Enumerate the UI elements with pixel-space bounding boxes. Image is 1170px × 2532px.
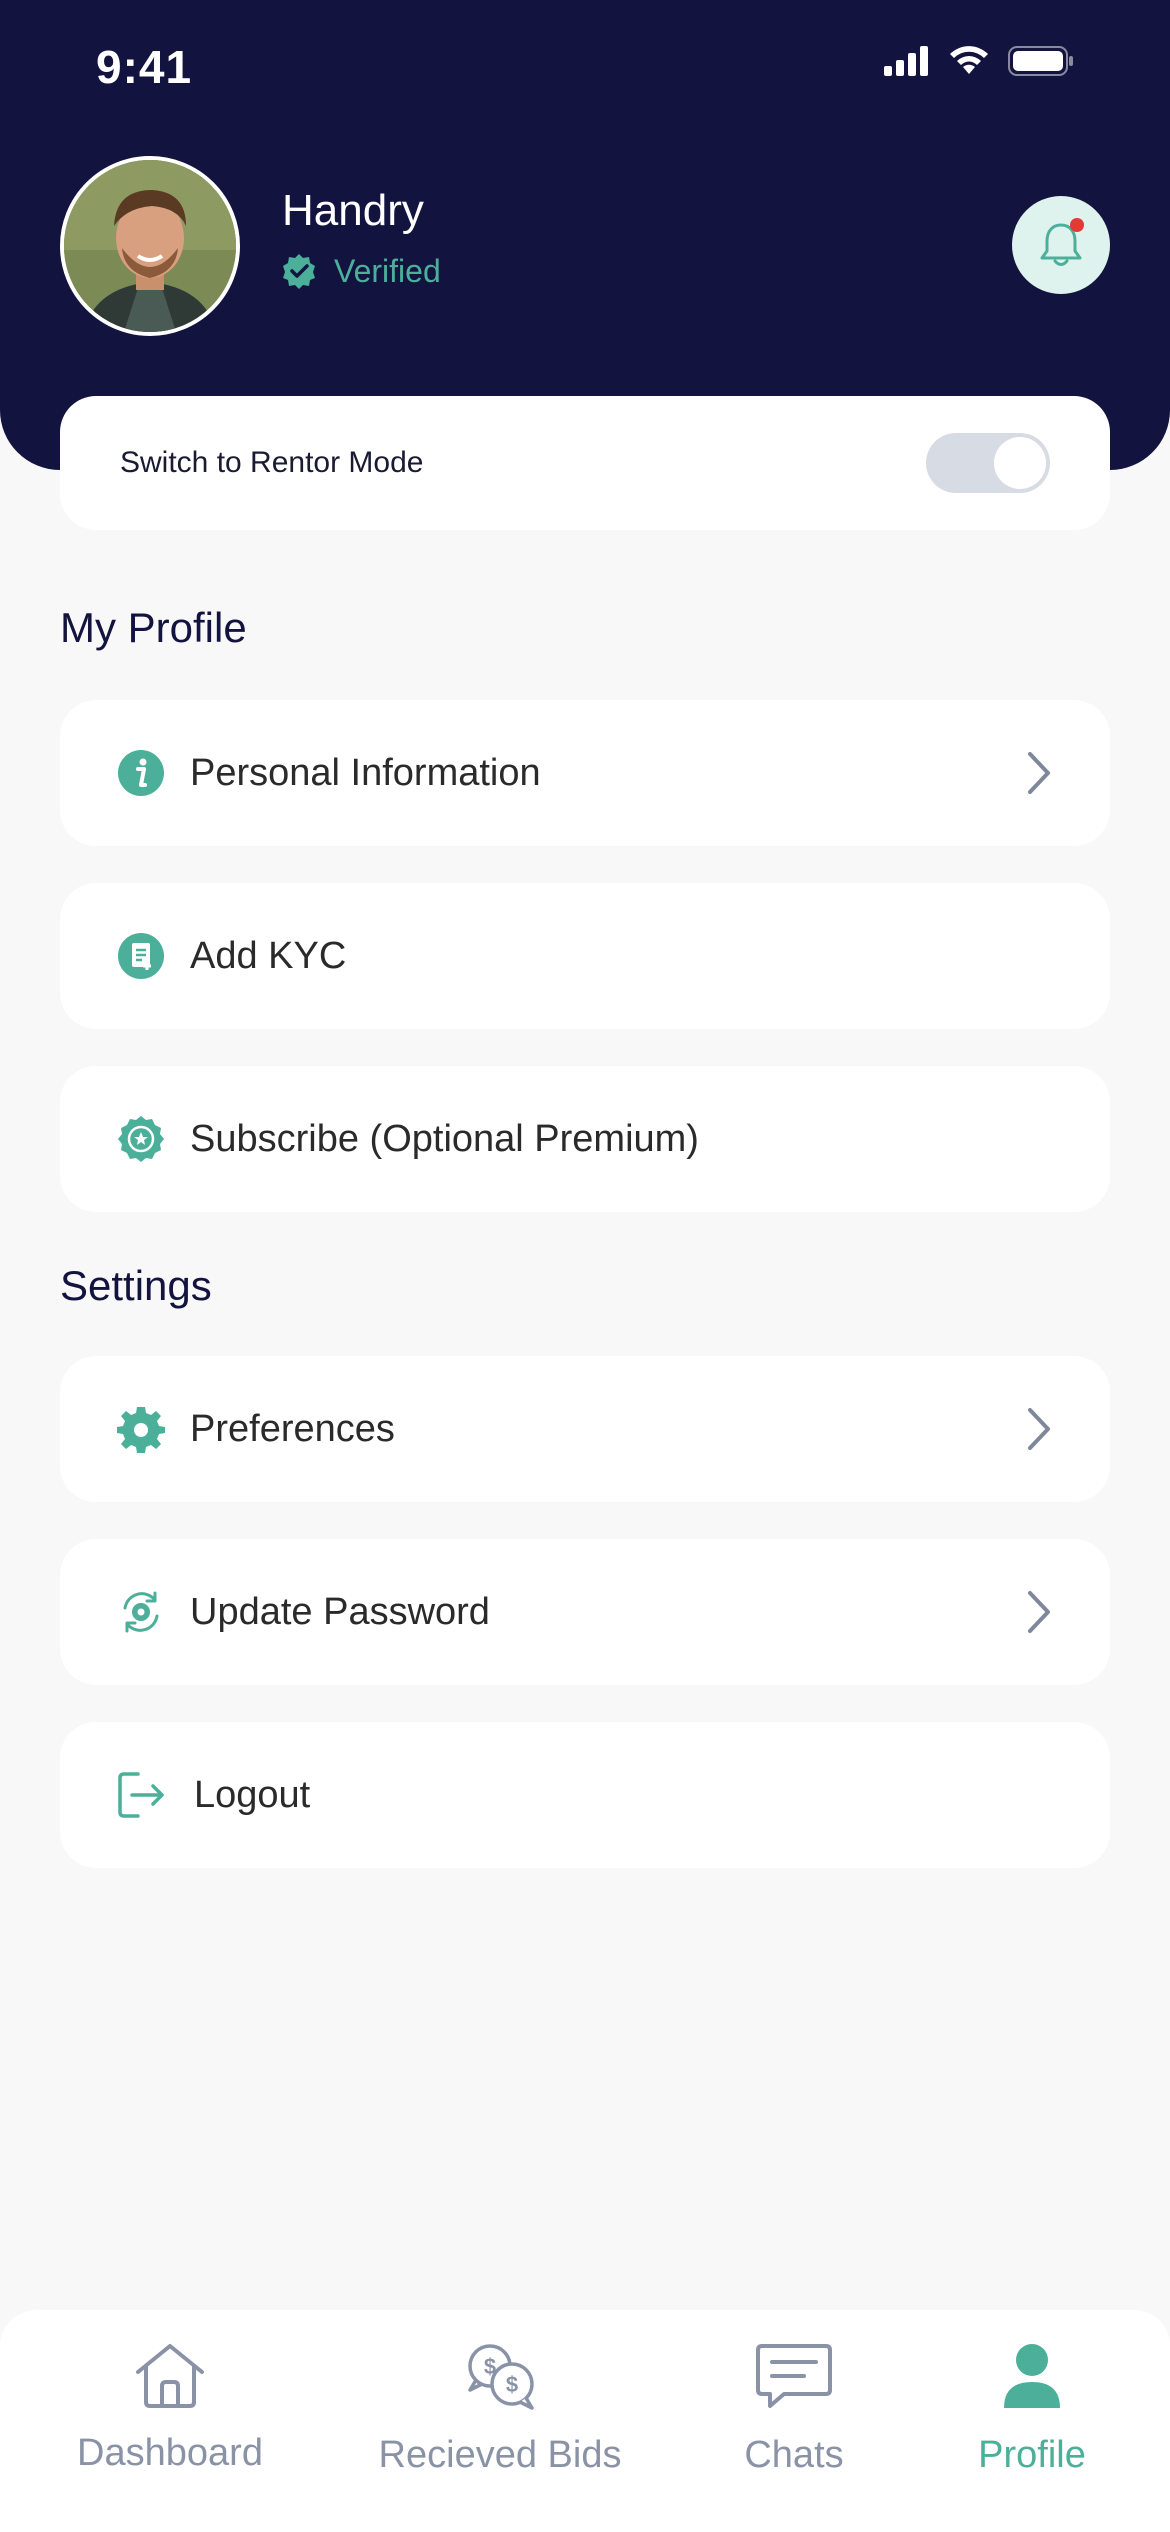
gear-icon [116,1404,166,1454]
subscribe-label: Subscribe (Optional Premium) [190,1117,699,1160]
add-kyc-item[interactable]: Add KYC [60,883,1110,1029]
bottom-nav: Dashboard $ $ Recieved Bids Chats Profil… [0,2310,1170,2532]
nav-received-bids[interactable]: $ $ Recieved Bids [370,2340,630,2477]
signal-icon [884,46,928,76]
verified-check-icon [283,254,315,289]
notification-dot [1070,218,1084,232]
personal-information-item[interactable]: Personal Information [60,700,1110,846]
logout-item[interactable]: Logout [60,1722,1110,1868]
rentor-mode-card: Switch to Rentor Mode [60,396,1110,530]
home-icon [136,2344,204,2408]
refresh-lock-icon [116,1587,166,1637]
info-icon [116,748,166,798]
wifi-icon [950,46,988,74]
add-kyc-label: Add KYC [190,934,347,977]
notifications-button[interactable] [1012,196,1110,294]
status-icons [884,46,1074,76]
bids-icon: $ $ [468,2344,534,2410]
my-profile-title: My Profile [60,604,247,651]
user-name: Handry [282,186,424,235]
update-password-item[interactable]: Update Password [60,1539,1110,1685]
personal-information-label: Personal Information [190,751,541,794]
toggle-knob [994,437,1046,489]
person-icon [1004,2344,1060,2408]
nav-dashboard[interactable]: Dashboard [70,2340,270,2475]
status-time: 9:41 [96,41,193,93]
subscribe-item[interactable]: Subscribe (Optional Premium) [60,1066,1110,1212]
svg-text:$: $ [506,2372,518,2397]
update-password-label: Update Password [190,1590,490,1633]
rentor-mode-toggle[interactable] [926,433,1050,493]
avatar-photo [64,160,236,332]
nav-chats-label: Chats [744,2434,844,2476]
nav-profile-label: Profile [978,2434,1086,2476]
nav-dashboard-label: Dashboard [77,2432,263,2474]
bell-icon [1040,218,1084,266]
nav-profile[interactable]: Profile [952,2340,1112,2477]
verified-label: Verified [334,252,441,289]
chevron-right-icon [1028,1408,1050,1450]
nav-received-bids-label: Recieved Bids [378,2434,622,2476]
chevron-right-icon [1028,752,1050,794]
premium-badge-icon [116,1114,166,1164]
document-icon [116,931,166,981]
battery-icon [1008,46,1073,76]
nav-chats[interactable]: Chats [714,2340,874,2477]
chat-icon [756,2344,832,2408]
preferences-label: Preferences [190,1407,395,1450]
avatar[interactable] [60,156,240,336]
rentor-mode-label: Switch to Rentor Mode [120,446,424,479]
preferences-item[interactable]: Preferences [60,1356,1110,1502]
logout-label: Logout [194,1773,311,1816]
settings-title: Settings [60,1262,212,1309]
logout-icon [116,1770,166,1820]
verified-badge: Verified [280,252,441,290]
chevron-right-icon [1028,1591,1050,1633]
